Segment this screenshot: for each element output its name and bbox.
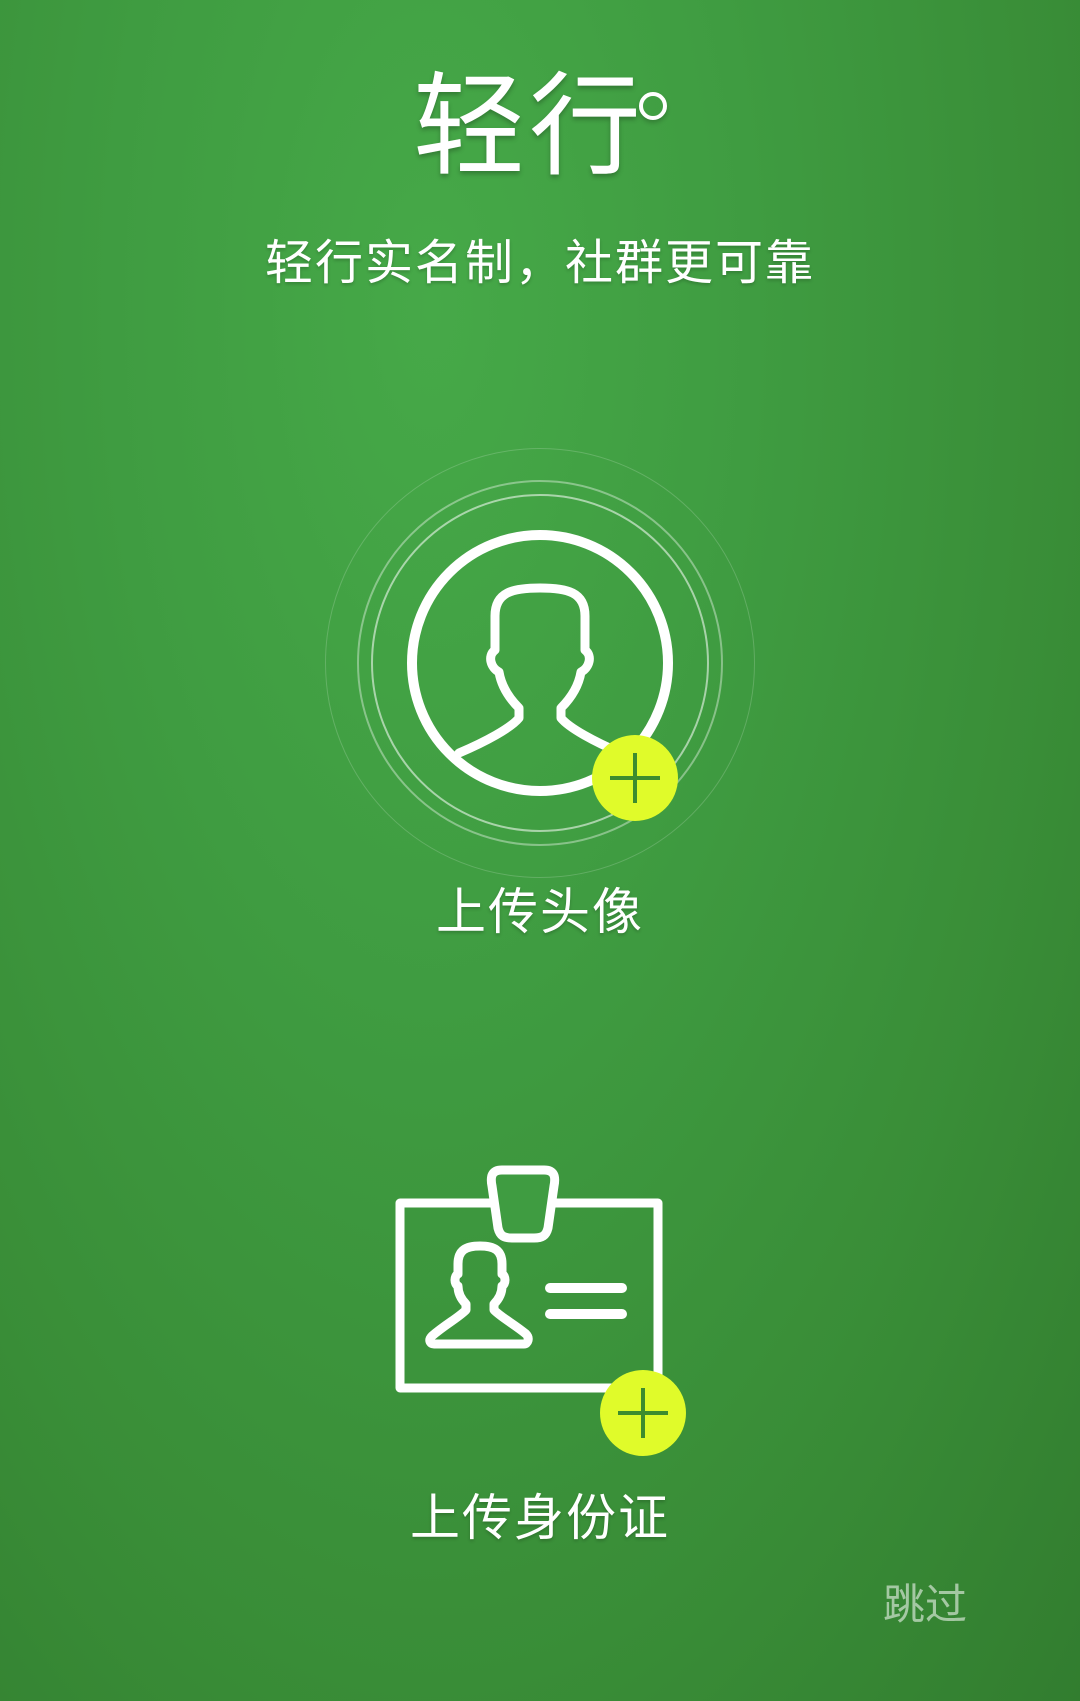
upload-id-card-label: 上传身份证 [410, 1489, 670, 1547]
app-logo-text: 轻行 [413, 62, 645, 192]
app-logo: 轻行 [0, 62, 1080, 192]
skip-button[interactable]: 跳过 [870, 1572, 980, 1638]
logo-dot-icon [639, 92, 667, 120]
id-card-add-badge[interactable] [600, 1370, 686, 1456]
tagline: 轻行实名制，社群更可靠 [264, 235, 815, 291]
avatar-add-badge[interactable] [592, 735, 678, 821]
upload-avatar-label: 上传头像 [436, 883, 644, 941]
